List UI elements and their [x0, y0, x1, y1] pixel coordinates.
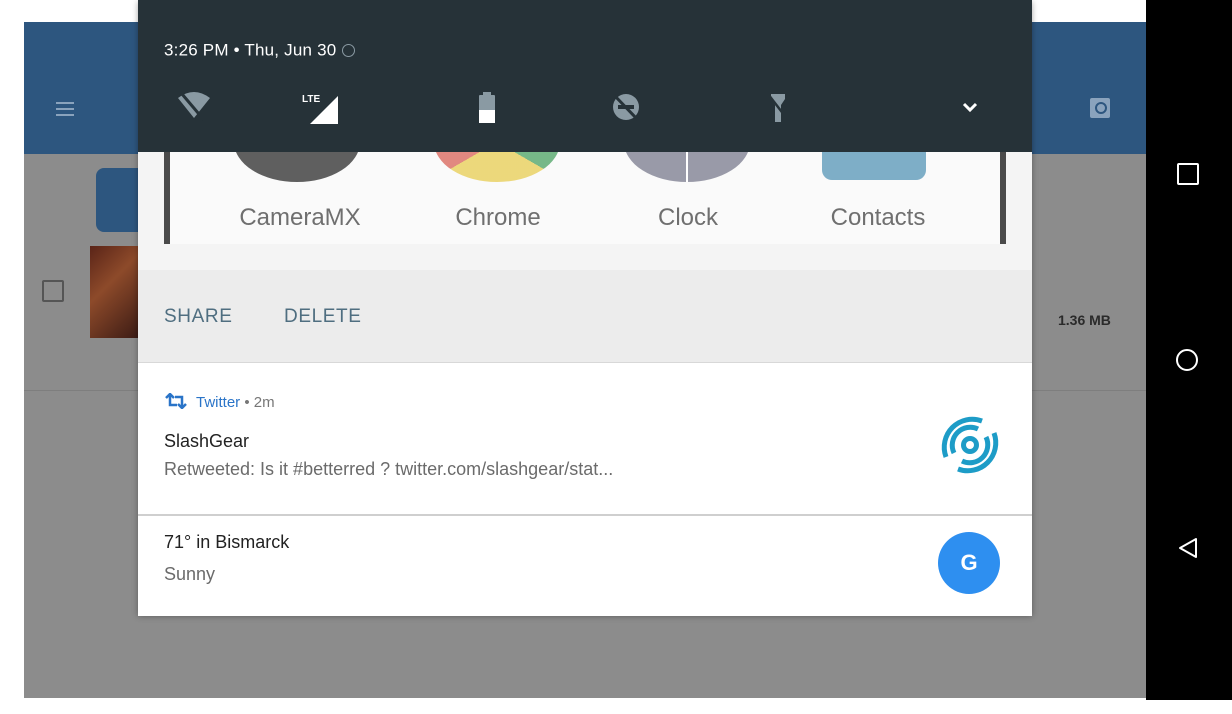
google-icon: G [938, 532, 1000, 594]
notification-app-name: Twitter [196, 394, 241, 411]
home-button[interactable] [1146, 330, 1232, 390]
slashgear-logo-icon [941, 416, 999, 474]
navigation-bar [1146, 0, 1232, 700]
do-not-disturb-icon[interactable] [606, 90, 646, 124]
notification-text: Sunny [164, 564, 216, 584]
lte-signal-icon[interactable]: LTE [300, 90, 340, 124]
retweet-icon [165, 393, 187, 409]
clock-app-icon [624, 152, 750, 182]
app-label-contacts: Contacts [830, 204, 926, 231]
wifi-off-icon[interactable] [174, 90, 214, 124]
weather-notification[interactable]: 71° in Bismarck Sunny G [138, 514, 1032, 616]
flashlight-off-icon[interactable] [758, 90, 798, 124]
notification-title: 71° in Bismarck [164, 532, 290, 552]
screenshot-notification[interactable]: CameraMX Chrome Clock Contacts SHARE DEL… [138, 152, 1032, 362]
menu-icon[interactable] [56, 102, 74, 116]
chrome-app-icon [434, 152, 560, 182]
app-label-cameramx: CameraMX [239, 204, 361, 231]
svg-text:LTE: LTE [302, 94, 320, 105]
app-label-chrome: Chrome [455, 204, 541, 231]
chevron-down-icon[interactable] [950, 90, 990, 124]
share-button[interactable]: SHARE [164, 306, 232, 328]
battery-icon[interactable] [468, 90, 508, 124]
search-icon[interactable] [1090, 98, 1110, 118]
file-size: 1.36 MB [1058, 312, 1111, 328]
twitter-notification[interactable]: Twitter • 2m SlashGear Retweeted: Is it … [138, 362, 1032, 515]
app-label-clock: Clock [657, 204, 718, 231]
back-triangle-icon [1179, 538, 1197, 558]
notification-title: SlashGear [164, 431, 250, 451]
notification-header: Twitter • 2m [164, 393, 275, 411]
notification-actions: SHARE DELETE [138, 270, 1032, 362]
notification-time: • 2m [240, 394, 275, 411]
contacts-app-icon [822, 152, 926, 180]
quick-settings-header: 3:26 PM • Thu, Jun 30 LTE [138, 0, 1032, 152]
file-checkbox[interactable] [42, 280, 64, 302]
delete-button[interactable]: DELETE [284, 306, 362, 328]
cameramx-app-icon [234, 152, 360, 182]
screenshot-preview[interactable]: CameraMX Chrome Clock Contacts [164, 152, 1006, 244]
status-time-date: 3:26 PM • Thu, Jun 30 [164, 40, 356, 61]
alarm-icon [342, 44, 356, 58]
back-button[interactable] [1146, 518, 1232, 578]
screen: 1.36 MB 3:26 PM • Thu, Jun 30 LTE Camera… [0, 0, 1232, 700]
notification-shade: 3:26 PM • Thu, Jun 30 LTE CameraMX Chrom… [138, 0, 1032, 616]
notification-text: Retweeted: Is it #betterred ? twitter.co… [164, 459, 614, 479]
recents-button[interactable] [1146, 142, 1232, 202]
file-thumbnail[interactable] [90, 246, 140, 338]
